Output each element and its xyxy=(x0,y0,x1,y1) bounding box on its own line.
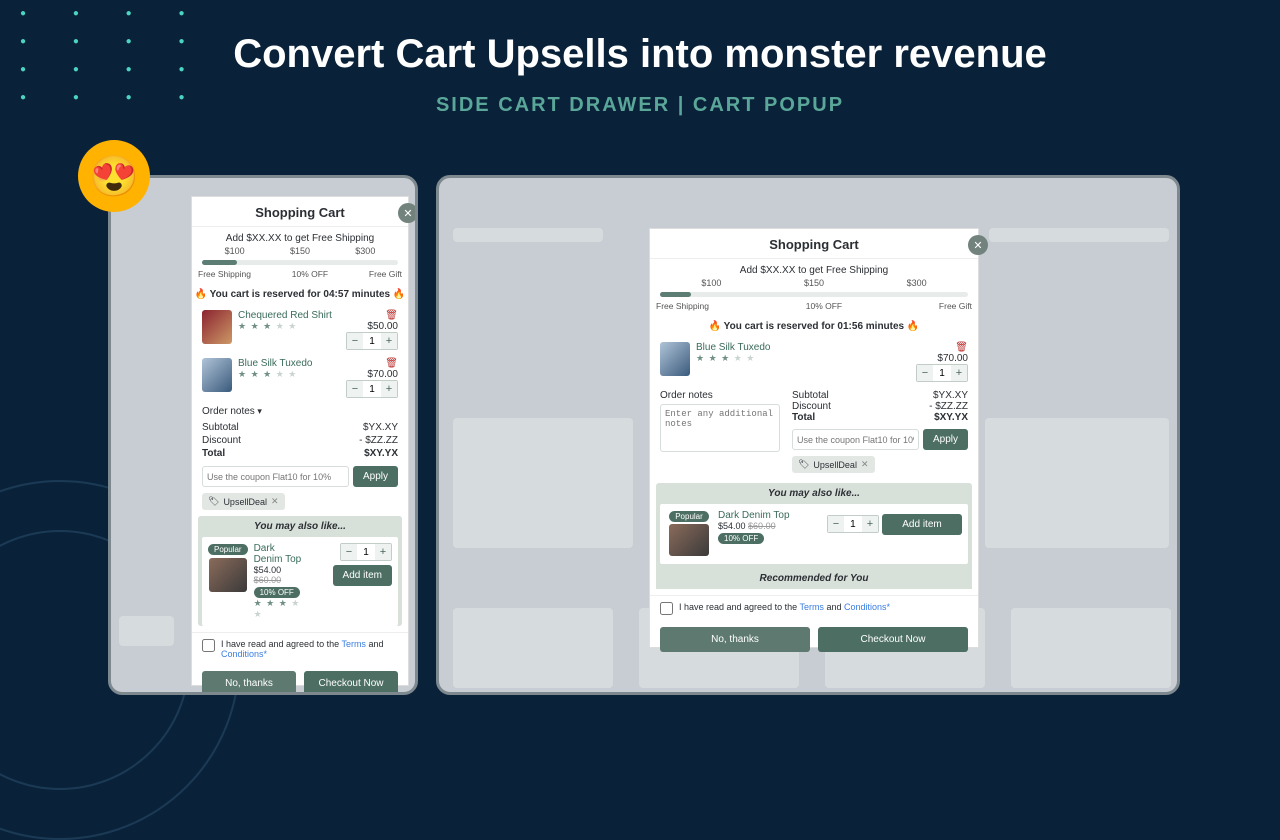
product-price: $70.00 xyxy=(346,369,398,380)
recommended-heading: Recommended for You xyxy=(656,568,972,589)
product-name[interactable]: Blue Silk Tuxedo xyxy=(696,342,771,353)
terms-link[interactable]: Terms xyxy=(341,639,366,649)
qty-minus[interactable]: − xyxy=(341,544,357,560)
qty-minus[interactable]: − xyxy=(347,333,363,349)
quantity-stepper[interactable]: −+ xyxy=(340,543,392,561)
add-item-button[interactable]: Add item xyxy=(333,565,392,586)
cart-item: Blue Silk Tuxedo ★ ★ ★ ★ ★ 🗑 $70.00 − + xyxy=(192,354,408,402)
remove-tag-icon[interactable]: ✕ xyxy=(861,459,869,470)
page-subtitle: SIDE CART DRAWER | CART POPUP xyxy=(0,94,1280,117)
apply-button[interactable]: Apply xyxy=(353,466,398,487)
qty-input[interactable] xyxy=(363,381,381,397)
qty-plus[interactable]: + xyxy=(381,333,397,349)
no-thanks-button[interactable]: No, thanks xyxy=(202,671,296,695)
remove-tag-icon[interactable]: ✕ xyxy=(271,496,279,507)
shipping-promo: Add $XX.XX to get Free Shipping xyxy=(650,259,978,278)
qty-input[interactable] xyxy=(357,544,375,560)
progress-bar xyxy=(660,292,968,297)
applied-coupon-tag: 🏷 UpsellDeal ✕ xyxy=(202,493,285,510)
checkout-button[interactable]: Checkout Now xyxy=(818,627,968,652)
close-icon[interactable]: ✕ xyxy=(398,203,418,223)
popular-badge: Popular xyxy=(208,544,248,555)
cart-item: Chequered Red Shirt ★ ★ ★ ★ ★ 🗑 $50.00 −… xyxy=(192,306,408,354)
agree-checkbox[interactable] xyxy=(202,639,215,652)
total-label: Total xyxy=(202,448,225,459)
product-thumb xyxy=(202,358,232,392)
rating-stars: ★ ★ ★ ★ ★ xyxy=(238,369,313,380)
conditions-link[interactable]: Conditions* xyxy=(221,649,267,659)
cart-item: Blue Silk Tuxedo ★ ★ ★ ★ ★ 🗑 $70.00 −+ xyxy=(650,338,978,386)
heart-eyes-emoji-icon: 😍 xyxy=(78,140,150,212)
trash-icon[interactable]: 🗑 xyxy=(346,310,398,321)
trash-icon[interactable]: 🗑 xyxy=(916,342,968,353)
rating-stars: ★ ★ ★ ★ ★ xyxy=(254,598,305,620)
quantity-stepper[interactable]: − + xyxy=(346,332,398,350)
product-thumb xyxy=(209,558,247,592)
progress-bar xyxy=(202,260,398,265)
agree-checkbox[interactable] xyxy=(660,602,673,615)
no-thanks-button[interactable]: No, thanks xyxy=(660,627,810,652)
apply-button[interactable]: Apply xyxy=(923,429,968,450)
close-icon[interactable]: ✕ xyxy=(968,235,988,255)
qty-plus[interactable]: + xyxy=(381,381,397,397)
quantity-stepper[interactable]: −+ xyxy=(827,515,879,533)
product-name[interactable]: Chequered Red Shirt xyxy=(238,310,332,321)
applied-coupon-tag: 🏷 UpsellDeal ✕ xyxy=(792,456,875,473)
qty-input[interactable] xyxy=(363,333,381,349)
subtotal-label: Subtotal xyxy=(202,422,239,433)
total-value: $XY.YX xyxy=(364,448,398,459)
cart-popup: ✕ Shopping Cart Add $XX.XX to get Free S… xyxy=(649,228,979,648)
quantity-stepper[interactable]: − + xyxy=(346,380,398,398)
rating-stars: ★ ★ ★ ★ ★ xyxy=(238,321,332,332)
cart-title: Shopping Cart xyxy=(650,229,978,259)
tier-amounts: $100$150$300 xyxy=(192,246,408,256)
product-price: $50.00 xyxy=(346,321,398,332)
trash-icon[interactable]: 🗑 xyxy=(346,358,398,369)
product-thumb xyxy=(202,310,232,344)
product-thumb xyxy=(660,342,690,376)
upsell-block: You may also like... Popular Dark Denim … xyxy=(198,516,402,626)
upsell-block: You may also like... Popular Dark Denim … xyxy=(656,483,972,589)
upsell-heading: You may also like... xyxy=(198,516,402,537)
discount-value: - $ZZ.ZZ xyxy=(359,435,398,446)
upsell-name[interactable]: Dark Denim Top xyxy=(254,543,305,565)
shipping-promo: Add $XX.XX to get Free Shipping xyxy=(192,227,408,246)
terms-agree: I have read and agreed to the Terms and … xyxy=(192,632,408,665)
qty-plus[interactable]: + xyxy=(375,544,391,560)
cart-title: Shopping Cart xyxy=(192,197,408,227)
page-title: Convert Cart Upsells into monster revenu… xyxy=(0,32,1280,77)
cart-popup-frame: ✕ Shopping Cart Add $XX.XX to get Free S… xyxy=(436,175,1180,695)
cart-drawer: ✕ Shopping Cart Add $XX.XX to get Free S… xyxy=(191,196,409,686)
coupon-input[interactable] xyxy=(792,429,919,450)
add-item-button[interactable]: Add item xyxy=(882,514,962,535)
order-notes-label: Order notes xyxy=(660,390,780,404)
tier-labels: Free Shipping10% OFFFree Gift xyxy=(192,269,408,285)
discount-badge: 10% OFF xyxy=(254,587,300,598)
qty-minus[interactable]: − xyxy=(347,381,363,397)
order-notes-toggle[interactable]: Order notes xyxy=(192,402,408,421)
checkout-button[interactable]: Checkout Now xyxy=(304,671,398,695)
discount-label: Discount xyxy=(202,435,241,446)
subtotal-value: $YX.XY xyxy=(363,422,398,433)
quantity-stepper[interactable]: −+ xyxy=(916,364,968,382)
reserve-timer: 🔥 You cart is reserved for 01:56 minutes… xyxy=(650,317,978,338)
reserve-timer: 🔥 You cart is reserved for 04:57 minutes… xyxy=(192,285,408,306)
order-notes-input[interactable] xyxy=(660,404,780,452)
coupon-input[interactable] xyxy=(202,466,349,487)
product-name[interactable]: Blue Silk Tuxedo xyxy=(238,358,313,369)
conditions-link[interactable]: Conditions* xyxy=(844,602,890,612)
terms-link[interactable]: Terms xyxy=(799,602,824,612)
side-cart-frame: ✕ Shopping Cart Add $XX.XX to get Free S… xyxy=(108,175,418,695)
